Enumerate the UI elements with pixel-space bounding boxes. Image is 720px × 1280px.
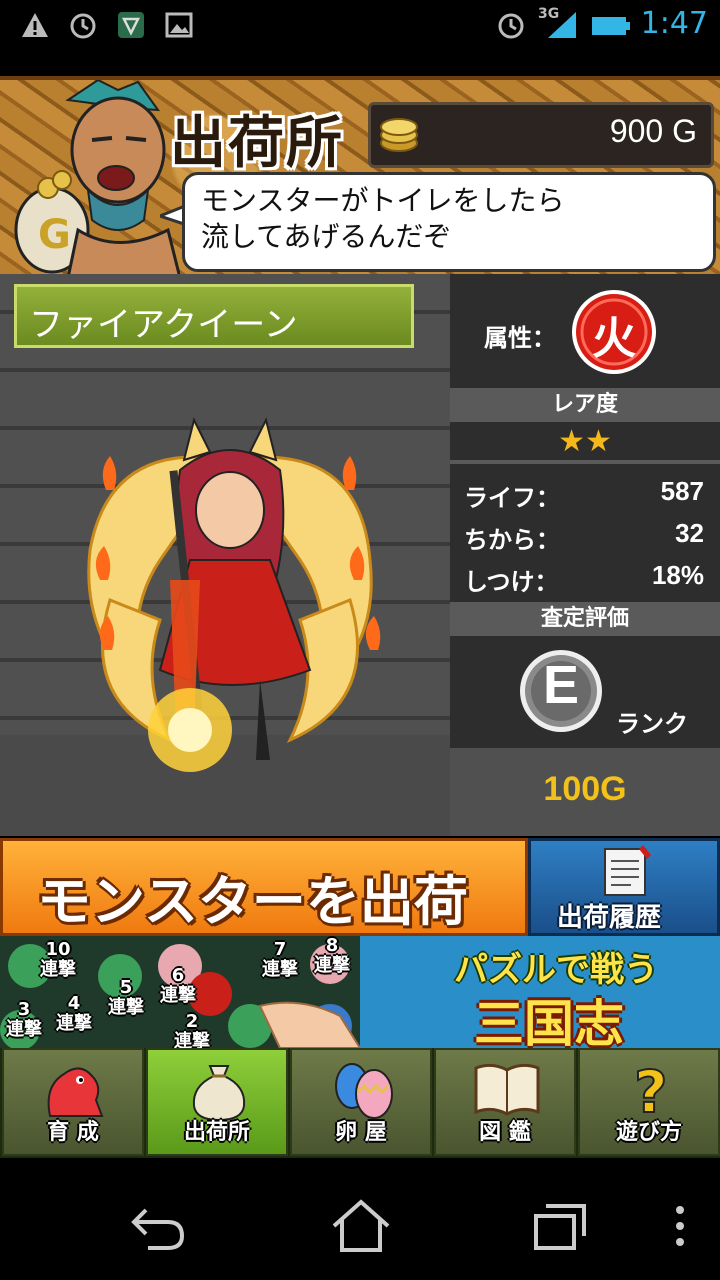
combo-label: 5 連撃 [108, 977, 144, 1018]
vpn-icon [118, 12, 144, 38]
combo-label: 6 連撃 [160, 965, 196, 1006]
ship-monster-button[interactable]: モンスターを出荷 [0, 838, 528, 936]
book-icon [474, 1063, 540, 1116]
rarity-header: レア度 [450, 388, 720, 422]
signal-icon [548, 12, 576, 38]
status-bar: 3G 1:47 [0, 0, 720, 50]
gold-amount: 900 G [609, 113, 697, 149]
tab-breed[interactable]: 育 成 [2, 1048, 144, 1156]
warning-icon [22, 13, 48, 37]
alarm-icon [498, 13, 524, 39]
speech-line: モンスターがトイレをしたら [201, 184, 565, 217]
appraisal-header: 査定評価 [450, 602, 720, 636]
tab-label: 図 鑑 [479, 1120, 531, 1145]
divider [450, 460, 720, 464]
life-value: 587 [660, 476, 704, 506]
fire-queen-monster [87, 417, 381, 772]
tab-label: 出荷所 [183, 1120, 250, 1145]
svg-text:?: ? [634, 1058, 668, 1122]
attribute-value: 火 [592, 313, 636, 364]
stats-panel: 属性： 火 レア度 ★★ ライフ： 587 ちから： 32 しつけ： 18% 査… [450, 274, 720, 836]
overflow-menu-icon[interactable] [674, 1204, 686, 1248]
shipping-history-label: 出荷履歴 [557, 903, 662, 933]
tab-how-to-play[interactable]: ? 遊び方 [578, 1048, 720, 1156]
combo-label: 4 連撃 [56, 993, 92, 1034]
speech-line: 流してあげるんだぞ [201, 220, 452, 253]
merchant-character: G [14, 80, 180, 278]
coins-icon [380, 118, 418, 152]
combo-label: 3 連撃 [6, 999, 42, 1040]
shipping-header: G 出荷所 900 G モンスターがトイレをしたら 流してあげるんだぞ [0, 76, 720, 278]
rank-label: ランク [616, 710, 688, 738]
life-label: ライフ： [464, 484, 560, 512]
rank-letter: E [542, 655, 580, 715]
attribute-label: 属性： [484, 324, 556, 352]
question-icon: ? [633, 1057, 669, 1122]
tab-label: 育 成 [47, 1120, 99, 1145]
tab-label: 卵 屋 [335, 1120, 387, 1145]
ship-monster-label: モンスターを出荷 [37, 870, 468, 933]
ad-title-line2: 三国志 [474, 995, 624, 1048]
combo-label: 2 連撃 [174, 1011, 210, 1049]
rarity-stars: ★★ [558, 424, 612, 459]
svg-text:G: G [38, 212, 71, 258]
monster-name: ファイアクイーン [29, 305, 298, 345]
tab-shipping[interactable]: 出荷所 [146, 1048, 288, 1156]
speech-bubble: モンスターがトイレをしたら 流してあげるんだぞ [182, 172, 716, 272]
dinosaur-icon [47, 1067, 104, 1117]
home-icon[interactable] [330, 1198, 392, 1254]
clock: 1:47 [640, 6, 708, 41]
power-label: ちから： [464, 526, 560, 554]
system-nav-bar [0, 1160, 720, 1280]
price-box: 100G [450, 748, 720, 836]
document-icon [604, 845, 651, 896]
recent-apps-icon[interactable] [530, 1200, 590, 1252]
monster-name-plate: ファイアクイーン [14, 284, 414, 348]
battery-icon [592, 17, 630, 35]
gold-display: 900 G [368, 102, 714, 168]
money-bag-icon [192, 1065, 246, 1122]
power-value: 32 [675, 518, 704, 548]
tab-encyclopedia[interactable]: 図 鑑 [434, 1048, 576, 1156]
image-icon [165, 12, 193, 38]
shipping-history-button[interactable]: 出荷履歴 [528, 838, 720, 936]
eggs-icon [335, 1063, 393, 1119]
combo-label: 7 連撃 [262, 939, 298, 980]
page-title: 出荷所 [170, 111, 344, 176]
discipline-label: しつけ： [464, 568, 559, 596]
discipline-value: 18% [651, 560, 704, 590]
tab-label: 遊び方 [615, 1120, 682, 1145]
combo-label: 10 連撃 [40, 939, 76, 980]
tab-egg-shop[interactable]: 卵 屋 [290, 1048, 432, 1156]
ad-banner[interactable]: 10 連撃 5 連撃 6 連撃 7 連撃 8 連撃 4 連撃 3 連撃 2 連撃 パズルで戦う … [0, 936, 720, 1048]
alarm-icon [70, 13, 96, 39]
ship-price: 100G [543, 770, 627, 808]
back-icon[interactable] [128, 1200, 188, 1252]
bottom-tab-bar: 育 成 出荷所 卵 屋 図 鑑 ? 遊び方 [0, 1048, 720, 1158]
combo-label: 8 連撃 [314, 936, 350, 976]
